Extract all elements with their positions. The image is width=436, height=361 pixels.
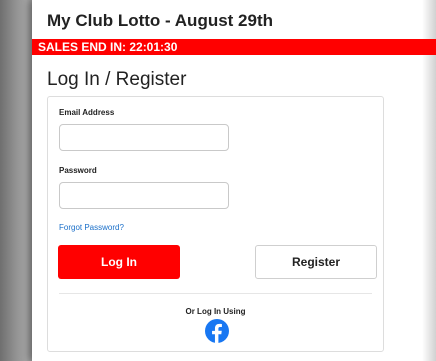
social-login-label: Or Log In Using xyxy=(185,307,246,316)
email-label: Email Address xyxy=(59,108,115,117)
sales-banner: SALES END IN: 22:01:30 xyxy=(32,39,436,55)
page-title: My Club Lotto - August 29th xyxy=(47,11,274,30)
password-label: Password xyxy=(59,166,97,175)
forgot-password-link[interactable]: Forgot Password? xyxy=(59,223,124,232)
login-card: Email Address Password Forgot Password? … xyxy=(47,96,384,352)
facebook-icon[interactable] xyxy=(205,319,229,343)
email-field[interactable] xyxy=(59,124,229,151)
lotto-panel: My Club Lotto - August 29th SALES END IN… xyxy=(32,0,436,361)
section-title: Log In / Register xyxy=(47,69,187,90)
login-button[interactable]: Log In xyxy=(58,245,180,279)
divider xyxy=(59,293,372,294)
sales-countdown: SALES END IN: 22:01:30 xyxy=(38,40,178,54)
password-field[interactable] xyxy=(59,182,229,209)
register-button[interactable]: Register xyxy=(255,245,377,279)
